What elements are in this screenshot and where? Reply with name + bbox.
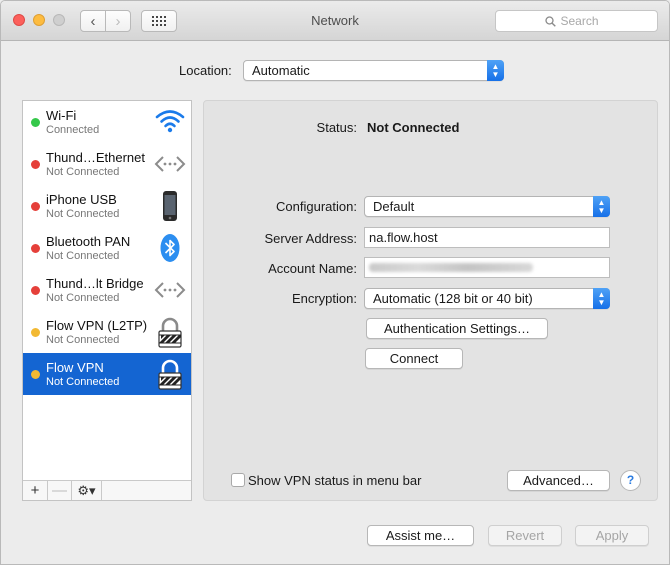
- service-item[interactable]: Bluetooth PAN Not Connected: [23, 227, 191, 269]
- network-preferences-window: ‹ › Network Location: Automatic ▲▼ Wi-Fi…: [0, 0, 670, 565]
- connect-button[interactable]: Connect: [365, 348, 463, 369]
- encryption-popup[interactable]: Automatic (128 bit or 40 bit) ▲ ▼: [364, 288, 610, 309]
- service-name: iPhone USB: [46, 192, 117, 207]
- assist-me-button[interactable]: Assist me…: [367, 525, 474, 546]
- service-status: Connected: [46, 124, 100, 136]
- service-item[interactable]: Flow VPN Not Connected: [23, 353, 191, 395]
- account-name-field[interactable]: [364, 257, 610, 278]
- service-list: Wi-Fi Connected Thund…Ethernet Not Connecte…: [22, 100, 192, 501]
- status-dot: [31, 118, 40, 127]
- status-dot: [31, 202, 40, 211]
- vpn-lock-icon: [154, 358, 186, 390]
- status-dot: [31, 244, 40, 253]
- service-item[interactable]: Wi-Fi Connected: [23, 101, 191, 143]
- service-status: Not Connected: [46, 250, 120, 262]
- updown-arrows-icon: ▲ ▼: [593, 288, 610, 309]
- status-dot: [31, 160, 40, 169]
- bridge-icon: [154, 274, 186, 306]
- show-vpn-status-label[interactable]: Show VPN status in menu bar: [248, 473, 421, 488]
- wifi-icon: [154, 106, 186, 138]
- advanced-button[interactable]: Advanced…: [507, 470, 610, 491]
- location-label: Location:: [179, 63, 232, 78]
- ethernet-icon: [154, 148, 186, 180]
- location-popup[interactable]: Automatic ▲ ▼: [243, 60, 504, 81]
- configuration-label: Configuration:: [276, 199, 357, 214]
- status-dot: [31, 328, 40, 337]
- service-name: Bluetooth PAN: [46, 234, 131, 249]
- service-status: Not Connected: [46, 334, 120, 346]
- redacted-account-value: [369, 263, 533, 272]
- remove-service-button[interactable]: —: [48, 481, 72, 500]
- encryption-value: Automatic (128 bit or 40 bit): [373, 291, 533, 306]
- bluetooth-icon: [154, 232, 186, 264]
- show-vpn-status-checkbox[interactable]: [231, 473, 245, 487]
- add-service-button[interactable]: +: [23, 481, 48, 500]
- service-status: Not Connected: [46, 376, 120, 388]
- service-name: Flow VPN (L2TP): [46, 318, 148, 333]
- service-name: Thund…lt Bridge: [46, 276, 144, 291]
- configuration-value: Default: [373, 199, 415, 214]
- service-name: Wi-Fi: [46, 108, 77, 123]
- search-input[interactable]: [560, 14, 609, 28]
- status-dot: [31, 370, 40, 379]
- gear-menu-button[interactable]: ⚙▾: [72, 481, 102, 500]
- revert-button[interactable]: Revert: [488, 525, 562, 546]
- service-status: Not Connected: [46, 166, 120, 178]
- search-field[interactable]: [495, 10, 658, 32]
- server-address-field[interactable]: na.flow.host: [364, 227, 610, 248]
- location-value: Automatic: [252, 63, 310, 78]
- account-name-label: Account Name:: [268, 261, 357, 276]
- status-value: Not Connected: [367, 120, 460, 135]
- configuration-popup[interactable]: Default ▲ ▼: [364, 196, 610, 217]
- authentication-settings-button[interactable]: Authentication Settings…: [366, 318, 548, 339]
- search-icon: [544, 15, 556, 27]
- server-address-label: Server Address:: [264, 231, 358, 246]
- updown-arrows-icon: ▲ ▼: [593, 196, 610, 217]
- service-item[interactable]: Thund…lt Bridge Not Connected: [23, 269, 191, 311]
- service-list-toolbar: + — ⚙▾: [23, 480, 191, 500]
- updown-arrows-icon: ▲ ▼: [487, 60, 504, 81]
- status-label: Status:: [316, 120, 357, 135]
- iphone-icon: [154, 190, 186, 222]
- service-item[interactable]: Flow VPN (L2TP) Not Connected: [23, 311, 191, 353]
- status-dot: [31, 286, 40, 295]
- service-status: Not Connected: [46, 208, 120, 220]
- help-button[interactable]: ?: [620, 470, 641, 491]
- encryption-label: Encryption:: [291, 291, 357, 306]
- service-item[interactable]: iPhone USB Not Connected: [23, 185, 191, 227]
- service-item[interactable]: Thund…Ethernet Not Connected: [23, 143, 191, 185]
- service-name: Thund…Ethernet: [46, 150, 146, 165]
- titlebar: ‹ › Network: [1, 1, 669, 41]
- vpn-lock-icon: [154, 316, 186, 348]
- service-name: Flow VPN: [46, 360, 104, 375]
- apply-button[interactable]: Apply: [575, 525, 649, 546]
- service-status: Not Connected: [46, 292, 120, 304]
